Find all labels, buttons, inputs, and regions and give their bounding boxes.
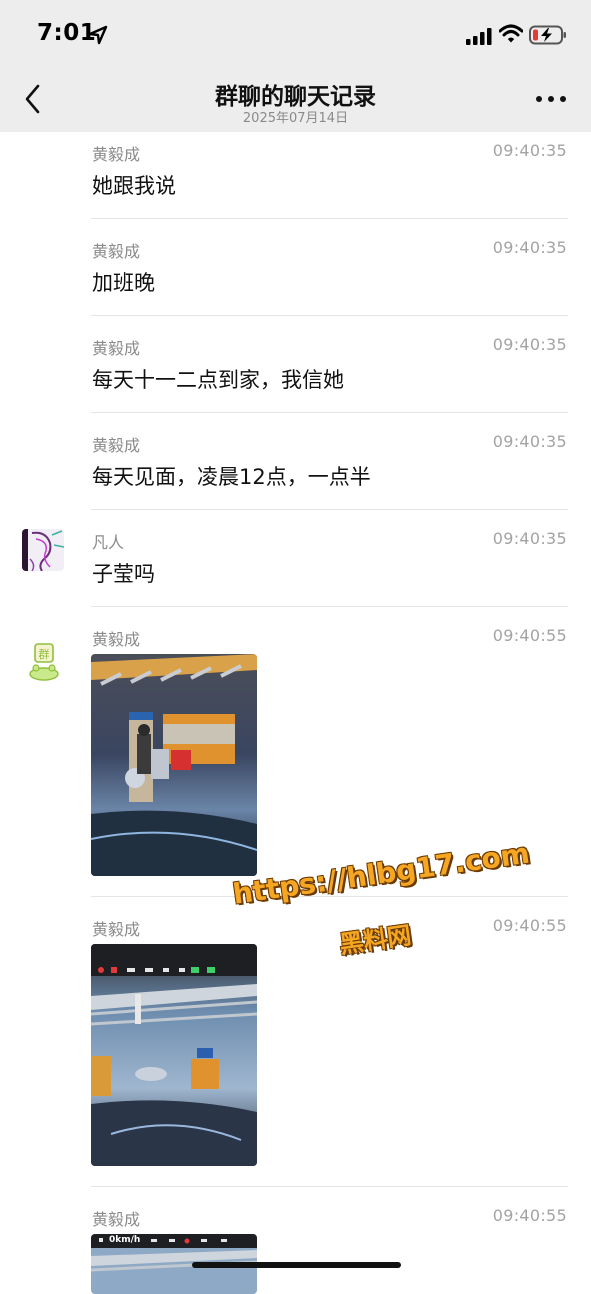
sender-name: 黄毅成 — [92, 1210, 141, 1229]
divider — [91, 606, 568, 607]
dashcam-speed-readout: 0km/h — [109, 1235, 141, 1245]
message-text: 加班晚 — [92, 271, 155, 295]
sender-name: 黄毅成 — [92, 436, 141, 455]
message-text: 每天十一二点到家，我信她 — [92, 368, 344, 392]
sender-name: 黄毅成 — [92, 145, 141, 164]
avatar-badge-text: 群 — [39, 647, 50, 661]
sender-name: 凡人 — [92, 533, 125, 552]
divider — [91, 412, 568, 413]
message-time: 09:40:35 — [492, 432, 567, 451]
wifi-icon — [499, 24, 523, 43]
sender-name: 黄毅成 — [92, 630, 141, 649]
message-item[interactable]: 黄毅成 09:40:35 每天见面，凌晨12点，一点半 — [0, 423, 591, 510]
status-bar: 7:01 — [0, 0, 591, 66]
message-time: 09:40:35 — [492, 238, 567, 257]
message-text: 每天见面，凌晨12点，一点半 — [92, 465, 371, 489]
message-text: 子莹吗 — [92, 562, 155, 586]
image-message-parking-garage[interactable] — [91, 654, 257, 876]
sender-name: 黄毅成 — [92, 920, 141, 939]
avatar[interactable]: 群 — [22, 639, 64, 681]
divider — [91, 218, 568, 219]
image-message-dashcam[interactable] — [91, 944, 257, 1166]
message-time: 09:40:55 — [492, 916, 567, 935]
message-item[interactable]: 黄毅成 09:40:35 她跟我说 — [0, 132, 591, 219]
message-time: 09:40:35 — [492, 141, 567, 160]
message-item[interactable]: 黄毅成 09:40:35 加班晚 — [0, 229, 591, 316]
home-indicator[interactable] — [192, 1262, 401, 1268]
page-title: 群聊的聊天记录 — [215, 84, 376, 110]
page-subtitle-date: 2025年07月14日 — [242, 111, 349, 126]
avatar[interactable] — [22, 529, 64, 571]
message-time: 09:40:55 — [492, 1206, 567, 1225]
divider — [91, 315, 568, 316]
divider — [91, 896, 568, 897]
more-options-icon[interactable] — [534, 88, 568, 110]
message-text: 她跟我说 — [92, 174, 176, 198]
battery-charging-icon — [529, 25, 566, 45]
location-arrow-icon — [88, 25, 108, 45]
divider — [91, 509, 568, 510]
divider — [91, 1186, 568, 1187]
nav-bar: 群聊的聊天记录 2025年07月14日 — [0, 66, 591, 132]
cellular-signal-icon — [466, 28, 492, 45]
message-item[interactable]: 黄毅成 09:40:35 每天十一二点到家，我信她 — [0, 326, 591, 413]
message-item[interactable]: 群 黄毅成 09:40:55 — [0, 617, 591, 897]
message-time: 09:40:35 — [492, 529, 567, 548]
sender-name: 黄毅成 — [92, 339, 141, 358]
sender-name: 黄毅成 — [92, 242, 141, 261]
message-item[interactable]: 凡人 09:40:35 子莹吗 — [0, 520, 591, 607]
message-time: 09:40:55 — [492, 626, 567, 645]
message-item[interactable]: 黄毅成 09:40:55 — [0, 907, 591, 1187]
message-time: 09:40:35 — [492, 335, 567, 354]
